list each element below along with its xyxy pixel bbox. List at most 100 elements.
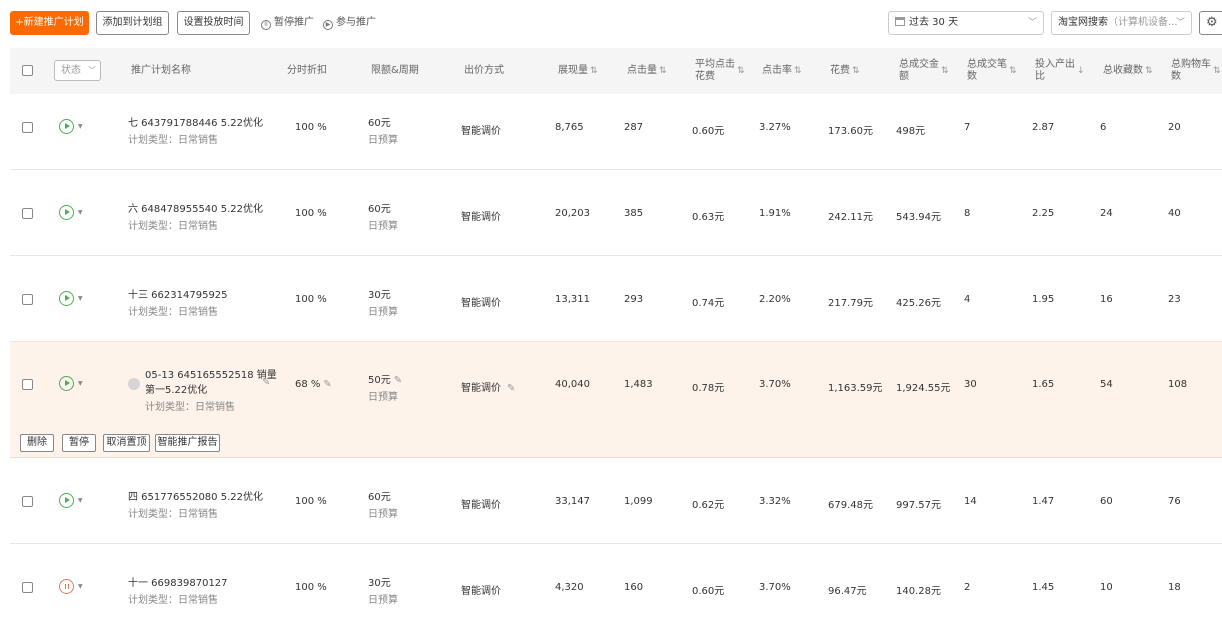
sort-icon[interactable]: ⇅ [852, 66, 860, 76]
join-link-label: 参与推广 [336, 17, 376, 28]
favs-cell: 54 [1100, 379, 1113, 390]
table-row-pinned[interactable]: ▼ 05-13 645165552518 销量 第一5.22优化 计划类型：日常销售… [10, 342, 1222, 426]
col-clicks[interactable]: 点击量 ⇅ [627, 48, 667, 94]
sort-icon[interactable]: ⇅ [590, 66, 598, 76]
device-value: （计算机设备... [1108, 17, 1178, 28]
ctr-cell: 1.91% [759, 208, 791, 219]
pause-button[interactable]: 暂停 [62, 434, 96, 452]
caret-down-icon[interactable]: ▼ [78, 583, 83, 590]
row-checkbox[interactable] [22, 208, 33, 219]
plan-name[interactable]: 十三 662314795925 [128, 290, 228, 301]
sort-icon[interactable]: ⇅ [1213, 66, 1221, 76]
status-filter[interactable]: 状态 ﹀ [54, 60, 101, 81]
sort-desc-icon[interactable]: ↓ [1077, 66, 1085, 76]
clicks-cell: 385 [624, 208, 644, 219]
settings-button[interactable]: ⚙ [1199, 11, 1222, 35]
ctr-cell: 2.20% [759, 294, 791, 305]
join-link[interactable]: ▶ 参与推广 [323, 16, 376, 30]
cart-cell: 76 [1168, 496, 1181, 507]
plan-name-cell[interactable]: 七 643791788446 5.22优化 计划类型：日常销售 [128, 114, 263, 146]
play-status-icon[interactable] [59, 291, 74, 306]
pause-status-icon[interactable] [59, 579, 74, 594]
budget-value: 30元 [368, 290, 391, 301]
table-row[interactable]: ▼ 四 651776552080 5.22优化 计划类型：日常销售 100 % 6… [10, 458, 1222, 544]
col-gmv[interactable]: 总成交金额 ⇅ [899, 48, 949, 94]
col-cart[interactable]: 总购物车数 ⇅ [1171, 48, 1221, 94]
sort-icon[interactable]: ⇅ [737, 66, 745, 76]
caret-down-icon[interactable]: ▼ [78, 380, 83, 387]
channel-select[interactable]: 淘宝网搜索（计算机设备... ﹀ [1051, 11, 1192, 35]
plan-name-cell[interactable]: 十三 662314795925 计划类型：日常销售 [128, 286, 228, 318]
select-all-checkbox[interactable] [22, 65, 33, 76]
play-status-icon[interactable] [59, 205, 74, 220]
pause-link[interactable]: II 暂停推广 [261, 16, 314, 30]
date-range-select[interactable]: 过去 30 天 ﹀ [888, 11, 1044, 35]
budget-period: 日预算 [368, 595, 398, 606]
plan-name-cell[interactable]: 六 648478955540 5.22优化 计划类型：日常销售 [128, 200, 263, 232]
budget-cell: 60元 日预算 [368, 488, 398, 520]
col-cost[interactable]: 花费 ⇅ [830, 48, 860, 94]
smart-report-button[interactable]: 智能推广报告 [155, 434, 220, 452]
play-status-icon[interactable] [59, 493, 74, 508]
favs-cell: 16 [1100, 294, 1113, 305]
plan-name-line-2[interactable]: 第一5.22优化 [145, 385, 207, 396]
ctr-cell: 3.70% [759, 379, 791, 390]
pencil-icon[interactable]: ✎ [323, 379, 331, 390]
plan-name[interactable]: 十一 669839870127 [128, 578, 228, 589]
gmv-cell: 1,924.55元 [896, 383, 951, 394]
row-checkbox[interactable] [22, 496, 33, 507]
set-time-button[interactable]: 设置投放时间 [177, 11, 250, 35]
sort-icon[interactable]: ⇅ [1145, 66, 1153, 76]
avg-cost-cell: 0.62元 [692, 500, 725, 511]
cost-cell: 679.48元 [828, 500, 873, 511]
row-checkbox[interactable] [22, 379, 33, 390]
col-avg-cost[interactable]: 平均点击 花费 ⇅ [695, 48, 745, 94]
table-row[interactable]: ▼ 十一 669839870127 计划类型：日常销售 100 % 30元 日预算 … [10, 544, 1222, 627]
orders-cell: 8 [964, 208, 971, 219]
caret-down-icon[interactable]: ▼ [78, 497, 83, 504]
sort-icon[interactable]: ⇅ [659, 66, 667, 76]
col-roi[interactable]: 投入产出比 ↓ [1035, 48, 1085, 94]
add-to-group-button[interactable]: 添加到计划组 [96, 11, 169, 35]
caret-down-icon[interactable]: ▼ [78, 123, 83, 130]
col-favs-label: 总收藏数 [1103, 65, 1143, 76]
row-checkbox[interactable] [22, 122, 33, 133]
col-favs[interactable]: 总收藏数 ⇅ [1103, 48, 1153, 94]
orders-cell: 30 [964, 379, 977, 390]
pencil-icon[interactable]: ✎ [262, 377, 270, 388]
row-checkbox[interactable] [22, 582, 33, 593]
new-plan-button[interactable]: +新建推广计划 [10, 11, 89, 35]
plan-name-cell[interactable]: 05-13 645165552518 销量 第一5.22优化 计划类型：日常销售 [145, 366, 277, 413]
cost-cell: 242.11元 [828, 212, 873, 223]
col-orders[interactable]: 总成交笔数 ⇅ [967, 48, 1017, 94]
caret-down-icon[interactable]: ▼ [78, 295, 83, 302]
col-impressions[interactable]: 展现量 ⇅ [558, 48, 598, 94]
col-gmv-label: 总成交金额 [899, 59, 939, 83]
sort-icon[interactable]: ⇅ [941, 66, 949, 76]
sort-icon[interactable]: ⇅ [1009, 66, 1017, 76]
edit-name-button[interactable]: ✎ [259, 377, 270, 388]
plan-name-line-1[interactable]: 05-13 645165552518 销量 [145, 370, 277, 381]
sort-icon[interactable]: ⇅ [794, 66, 802, 76]
caret-down-icon[interactable]: ▼ [78, 209, 83, 216]
table-row[interactable]: ▼ 六 648478955540 5.22优化 计划类型：日常销售 100 % 6… [10, 170, 1222, 256]
col-roi-label: 投入产出比 [1035, 59, 1075, 83]
pencil-icon[interactable]: ✎ [507, 383, 515, 394]
pencil-icon[interactable]: ✎ [394, 375, 402, 386]
table-row[interactable]: ▼ 十三 662314795925 计划类型：日常销售 100 % 30元 日预算 … [10, 256, 1222, 342]
delete-button[interactable]: 删除 [20, 434, 54, 452]
plan-name[interactable]: 四 651776552080 5.22优化 [128, 492, 263, 503]
col-ctr[interactable]: 点击率 ⇅ [762, 48, 802, 94]
unpin-button[interactable]: 取消置顶 [103, 434, 150, 452]
play-status-icon[interactable] [59, 376, 74, 391]
table-row[interactable]: ▼ 七 643791788446 5.22优化 计划类型：日常销售 100 % 6… [10, 94, 1222, 170]
plan-name-cell[interactable]: 十一 669839870127 计划类型：日常销售 [128, 574, 228, 606]
impressions-cell: 4,320 [555, 582, 584, 593]
play-status-icon[interactable] [59, 119, 74, 134]
plan-name[interactable]: 七 643791788446 5.22优化 [128, 118, 263, 129]
roi-cell: 1.47 [1032, 496, 1055, 507]
col-impressions-label: 展现量 [558, 65, 588, 76]
plan-name[interactable]: 六 648478955540 5.22优化 [128, 204, 263, 215]
row-checkbox[interactable] [22, 294, 33, 305]
plan-name-cell[interactable]: 四 651776552080 5.22优化 计划类型：日常销售 [128, 488, 263, 520]
